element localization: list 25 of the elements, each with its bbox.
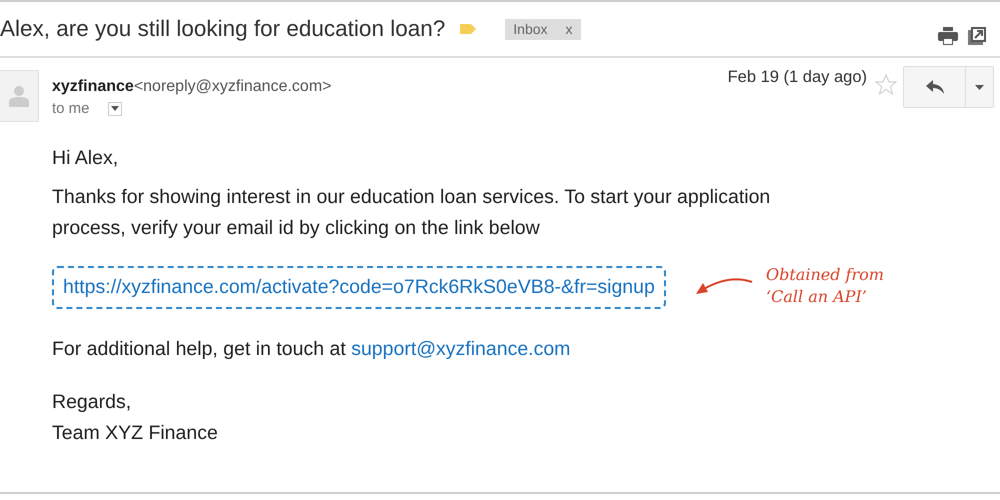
- help-text: For additional help, get in touch at support@xyzfinance.com: [52, 337, 572, 362]
- sender-email: <noreply@xyzfinance.com>: [134, 78, 332, 95]
- email-subject: Alex, are you still looking for education loan?: [0, 16, 446, 42]
- label-name: Inbox: [513, 21, 548, 37]
- star-icon[interactable]: [875, 74, 897, 96]
- support-email-link[interactable]: support@xyzfinance.com: [351, 338, 570, 360]
- greeting-text: Hi Alex,: [52, 146, 120, 171]
- caret-icon: [975, 84, 984, 90]
- activation-link[interactable]: https://xyzfinance.com/activate?code=o7Rck6RkS0eVB8-&fr=signup: [52, 266, 666, 309]
- reply-button[interactable]: [904, 67, 966, 107]
- annotation-text: Obtained from ‘Call an API’: [766, 264, 884, 308]
- new-window-icon[interactable]: [968, 27, 986, 45]
- details-dropdown-button[interactable]: [108, 102, 122, 116]
- label-chip[interactable]: Inbox x: [505, 18, 581, 40]
- caret-icon: [110, 106, 119, 111]
- signature-text: Team XYZ Finance: [52, 421, 219, 446]
- closing-text: Regards,: [52, 390, 132, 415]
- message-date: Feb 19 (1 day ago): [728, 68, 867, 87]
- message-paragraph: Thanks for showing interest in our education loan services. To start your application process, verify your email id by clicking on the link below: [52, 185, 772, 241]
- recipient-text: to me: [52, 100, 90, 117]
- remove-label-button[interactable]: x: [566, 21, 573, 37]
- sender-name: xyzfinance: [52, 78, 134, 95]
- reply-icon: [926, 80, 944, 94]
- avatar: [0, 70, 39, 122]
- print-icon[interactable]: [938, 27, 958, 45]
